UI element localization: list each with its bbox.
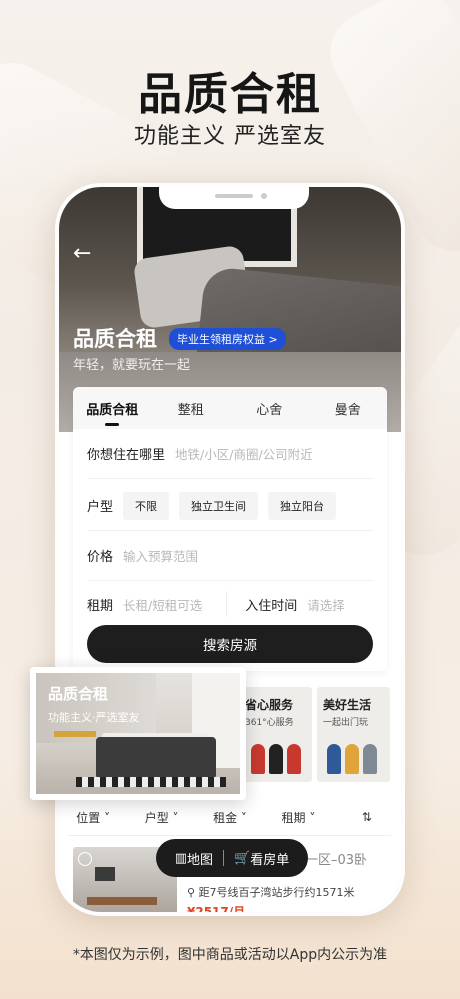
disclaimer-footnote: *本图仅为示例，图中商品或活动以App内公示为准: [72, 947, 388, 963]
staff-figure: [287, 744, 301, 774]
service-card-good-life[interactable]: 美好生活 一起出门玩: [317, 687, 390, 782]
service-card-worry-free[interactable]: 省心服务 361°心服务: [239, 687, 312, 782]
room-photo: 品质合租 功能主义·严选室友: [36, 673, 240, 794]
location-row[interactable]: 你想住在哪里 地铁/小区/商圈/公司附近: [87, 429, 373, 479]
divider: [69, 835, 391, 836]
back-arrow-icon[interactable]: ←: [73, 241, 91, 266]
room-type-any-chip[interactable]: 不限: [123, 491, 170, 520]
hero-slogan: 年轻，就要玩在一起: [73, 358, 191, 373]
price-input[interactable]: 输入预算范围: [123, 546, 198, 565]
filter-location[interactable]: 位置 ˅: [59, 809, 127, 826]
people-figure: [363, 744, 377, 774]
staff-figure: [251, 744, 265, 774]
filter-rent[interactable]: 租金 ˅: [196, 809, 264, 826]
room-type-private-balcony-chip[interactable]: 独立阳台: [268, 491, 337, 520]
checkin-label: 入住时间: [245, 598, 298, 614]
room-type-row: 户型 不限 独立卫生间 独立阳台: [87, 481, 373, 531]
vr-icon: [78, 852, 92, 866]
lease-label: 租期: [87, 598, 114, 614]
filter-lease[interactable]: 租期 ˅: [264, 809, 332, 826]
price-row[interactable]: 价格 输入预算范围: [87, 531, 373, 581]
lease-row: 租期 长租/短租可选 入住时间 请选择: [87, 579, 373, 629]
service-title: 美好生活: [323, 698, 372, 712]
feature-card-title: 品质合租: [48, 685, 109, 703]
filter-bar: 位置 ˅ 户型 ˅ 租金 ˅ 租期 ˅ ⇅: [59, 799, 401, 835]
service-title: 省心服务: [245, 698, 294, 712]
listing-distance: ⚲ 距7号线百子湾站步行约1571米: [187, 886, 355, 899]
map-button[interactable]: 地图: [187, 849, 213, 868]
viewing-list-button[interactable]: 看房单: [250, 849, 289, 868]
rental-type-tabs: 品质合租 整租 心舍 曼舍: [73, 387, 387, 429]
listing-price: ¥2517/月: [187, 905, 246, 916]
map-icon[interactable]: ▥: [175, 851, 187, 866]
graduate-benefit-badge[interactable]: 毕业生领租房权益 >: [169, 328, 286, 350]
filter-room-type[interactable]: 户型 ˅: [127, 809, 195, 826]
lease-input[interactable]: 长租/短租可选: [123, 595, 202, 614]
promo-subheadline: 功能主义 严选室友: [134, 124, 326, 149]
hero-title: 品质合租: [73, 327, 157, 351]
tab-xinshe[interactable]: 心舍: [230, 399, 309, 418]
room-type-private-bath-chip[interactable]: 独立卫生间: [179, 491, 259, 520]
room-type-label: 户型: [87, 500, 114, 515]
location-input[interactable]: 地铁/小区/商圈/公司附近: [175, 444, 313, 463]
people-figure: [345, 744, 359, 774]
location-pin-icon: ⚲: [187, 886, 199, 899]
service-desc: 361°心服务: [245, 718, 294, 728]
service-desc: 一起出门玩: [323, 718, 369, 728]
map-toggle-bar: ▥ 地图 🛒 看房单: [156, 839, 308, 877]
floating-feature-card: 品质合租 功能主义·严选室友: [30, 667, 246, 800]
people-figure: [327, 744, 341, 774]
search-listings-button[interactable]: 搜索房源: [87, 625, 373, 663]
staff-figure: [269, 744, 283, 774]
listing-title: 一区–03卧: [305, 853, 368, 868]
tab-whole-rental[interactable]: 整租: [152, 399, 231, 418]
promo-headline: 品质合租: [138, 69, 322, 120]
tab-manshe[interactable]: 曼舍: [309, 399, 388, 418]
price-label: 价格: [87, 550, 114, 565]
cart-icon[interactable]: 🛒: [234, 851, 250, 866]
phone-notch: [159, 187, 309, 209]
feature-card-subtitle: 功能主义·严选室友: [48, 711, 140, 724]
tab-shared-rental[interactable]: 品质合租: [73, 399, 152, 426]
field-divider: [226, 591, 228, 617]
sort-icon[interactable]: ⇅: [333, 810, 401, 824]
checkin-input[interactable]: 请选择: [307, 595, 345, 614]
search-card: 品质合租 整租 心舍 曼舍 你想住在哪里 地铁/小区/商圈/公司附近 户型 不限…: [73, 387, 387, 671]
location-label: 你想住在哪里: [87, 448, 166, 463]
phone-mockup: ← 品质合租 毕业生领租房权益 > 年轻，就要玩在一起 品质合租 整租 心舍 曼…: [55, 183, 405, 916]
